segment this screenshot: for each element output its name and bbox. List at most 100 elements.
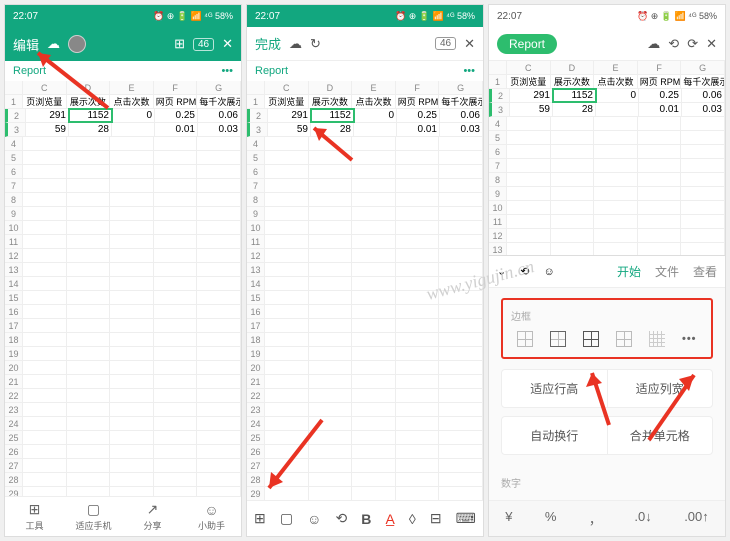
- table-row[interactable]: 12: [489, 229, 725, 243]
- redo-icon[interactable]: ↻: [310, 36, 321, 52]
- avatar[interactable]: [68, 35, 86, 53]
- table-row[interactable]: 16: [247, 305, 483, 319]
- table-row[interactable]: 10: [247, 221, 483, 235]
- border-option[interactable]: [550, 331, 566, 347]
- table-row[interactable]: 10: [5, 221, 241, 235]
- spreadsheet[interactable]: CDEFG 1 页浏览量展示次数点击次数网页 RPM每千次展示 2 291115…: [5, 81, 241, 496]
- table-row[interactable]: 26: [247, 445, 483, 459]
- cloud-icon[interactable]: ☁: [647, 36, 660, 52]
- close-icon[interactable]: ✕: [464, 36, 475, 52]
- badge[interactable]: 46: [435, 37, 456, 50]
- border-option[interactable]: [616, 331, 632, 347]
- table-row[interactable]: 16: [5, 305, 241, 319]
- wrap-button[interactable]: 自动换行: [502, 417, 608, 454]
- table-row[interactable]: 4: [247, 137, 483, 151]
- table-row[interactable]: 9: [247, 207, 483, 221]
- table-row[interactable]: 11: [489, 215, 725, 229]
- done-button[interactable]: 完成: [255, 34, 281, 53]
- table-row[interactable]: 28: [5, 473, 241, 487]
- merge-icon[interactable]: ⊟: [430, 510, 442, 527]
- table-row[interactable]: 13: [5, 263, 241, 277]
- table-row[interactable]: 8: [5, 193, 241, 207]
- assistant-button[interactable]: ☺小助手: [182, 497, 241, 536]
- sheet-tab[interactable]: Report: [13, 65, 46, 77]
- undo-icon[interactable]: ⟲: [668, 36, 679, 52]
- table-row[interactable]: 23: [5, 403, 241, 417]
- keyboard-toggle-icon[interactable]: ⌨: [456, 510, 476, 527]
- table-row[interactable]: 12: [5, 249, 241, 263]
- table-row[interactable]: 15: [5, 291, 241, 305]
- tab-start[interactable]: 开始: [617, 263, 641, 280]
- table-row[interactable]: 27: [247, 459, 483, 473]
- table-row[interactable]: 7: [247, 179, 483, 193]
- close-icon[interactable]: ✕: [706, 36, 717, 52]
- table-row[interactable]: 13: [489, 243, 725, 255]
- dec-increase-button[interactable]: .00↑: [684, 509, 709, 528]
- table-row[interactable]: 11: [5, 235, 241, 249]
- table-row[interactable]: 4: [5, 137, 241, 151]
- table-row[interactable]: 22: [5, 389, 241, 403]
- table-row[interactable]: 19: [5, 347, 241, 361]
- table-row[interactable]: 20: [247, 361, 483, 375]
- table-row[interactable]: 14: [5, 277, 241, 291]
- table-row[interactable]: 10: [489, 201, 725, 215]
- table-row[interactable]: 29: [247, 487, 483, 500]
- table-row[interactable]: 5: [247, 151, 483, 165]
- table-row[interactable]: 28: [247, 473, 483, 487]
- table-row[interactable]: 17: [5, 319, 241, 333]
- keyboard-icon[interactable]: ▢: [280, 510, 293, 527]
- border-option[interactable]: [649, 331, 665, 347]
- table-row[interactable]: 27: [5, 459, 241, 473]
- table-row[interactable]: 21: [5, 375, 241, 389]
- table-row[interactable]: 23: [247, 403, 483, 417]
- report-pill[interactable]: Report: [497, 34, 557, 54]
- table-row[interactable]: 5: [489, 131, 725, 145]
- table-row[interactable]: 24: [247, 417, 483, 431]
- more-borders[interactable]: •••: [682, 333, 697, 345]
- tab-file[interactable]: 文件: [655, 263, 679, 280]
- table-row[interactable]: 21: [247, 375, 483, 389]
- grid-icon[interactable]: ⊞: [174, 36, 185, 52]
- table-row[interactable]: 25: [5, 431, 241, 445]
- border-option[interactable]: [583, 331, 599, 347]
- fill-icon[interactable]: ◊: [409, 511, 416, 527]
- grid-icon[interactable]: ⊞: [254, 510, 266, 527]
- more-icon[interactable]: •••: [221, 65, 233, 77]
- more-icon[interactable]: •••: [463, 65, 475, 77]
- currency-button[interactable]: ¥: [505, 509, 512, 528]
- cloud-icon[interactable]: ☁: [289, 36, 302, 52]
- thousand-button[interactable]: ，: [589, 509, 602, 528]
- table-row[interactable]: 11: [247, 235, 483, 249]
- redo-icon[interactable]: ⟳: [687, 36, 698, 52]
- table-row[interactable]: 9: [489, 187, 725, 201]
- sheet-tab[interactable]: Report: [255, 65, 288, 77]
- table-row[interactable]: 18: [247, 333, 483, 347]
- fit-col-button[interactable]: 适应列宽: [608, 370, 713, 407]
- table-row[interactable]: 8: [489, 173, 725, 187]
- table-row[interactable]: 6: [5, 165, 241, 179]
- emoji-icon[interactable]: ☺: [307, 511, 321, 527]
- tools-button[interactable]: ⊞工具: [5, 497, 64, 536]
- undo-icon[interactable]: ⟲: [335, 510, 347, 527]
- table-row[interactable]: 8: [247, 193, 483, 207]
- table-row[interactable]: 6: [247, 165, 483, 179]
- fit-row-button[interactable]: 适应行高: [502, 370, 608, 407]
- table-row[interactable]: 18: [5, 333, 241, 347]
- undo-icon[interactable]: ⟲: [520, 265, 529, 278]
- table-row[interactable]: 9: [5, 207, 241, 221]
- table-row[interactable]: 26: [5, 445, 241, 459]
- table-row[interactable]: 29: [5, 487, 241, 496]
- dec-decrease-button[interactable]: .0↓: [634, 509, 651, 528]
- table-row[interactable]: 19: [247, 347, 483, 361]
- font-color-icon[interactable]: A̲: [385, 511, 394, 527]
- table-row[interactable]: 6: [489, 145, 725, 159]
- table-row[interactable]: 24: [5, 417, 241, 431]
- table-row[interactable]: 7: [489, 159, 725, 173]
- bold-icon[interactable]: B: [361, 511, 371, 527]
- table-row[interactable]: 4: [489, 117, 725, 131]
- spreadsheet[interactable]: CDEFG 1 页浏览量展示次数点击次数网页 RPM每千次展示 2 291115…: [247, 81, 483, 500]
- share-button[interactable]: ↗分享: [123, 497, 182, 536]
- cloud-icon[interactable]: ☁: [47, 36, 60, 52]
- table-row[interactable]: 14: [247, 277, 483, 291]
- merge-button[interactable]: 合并单元格: [608, 417, 713, 454]
